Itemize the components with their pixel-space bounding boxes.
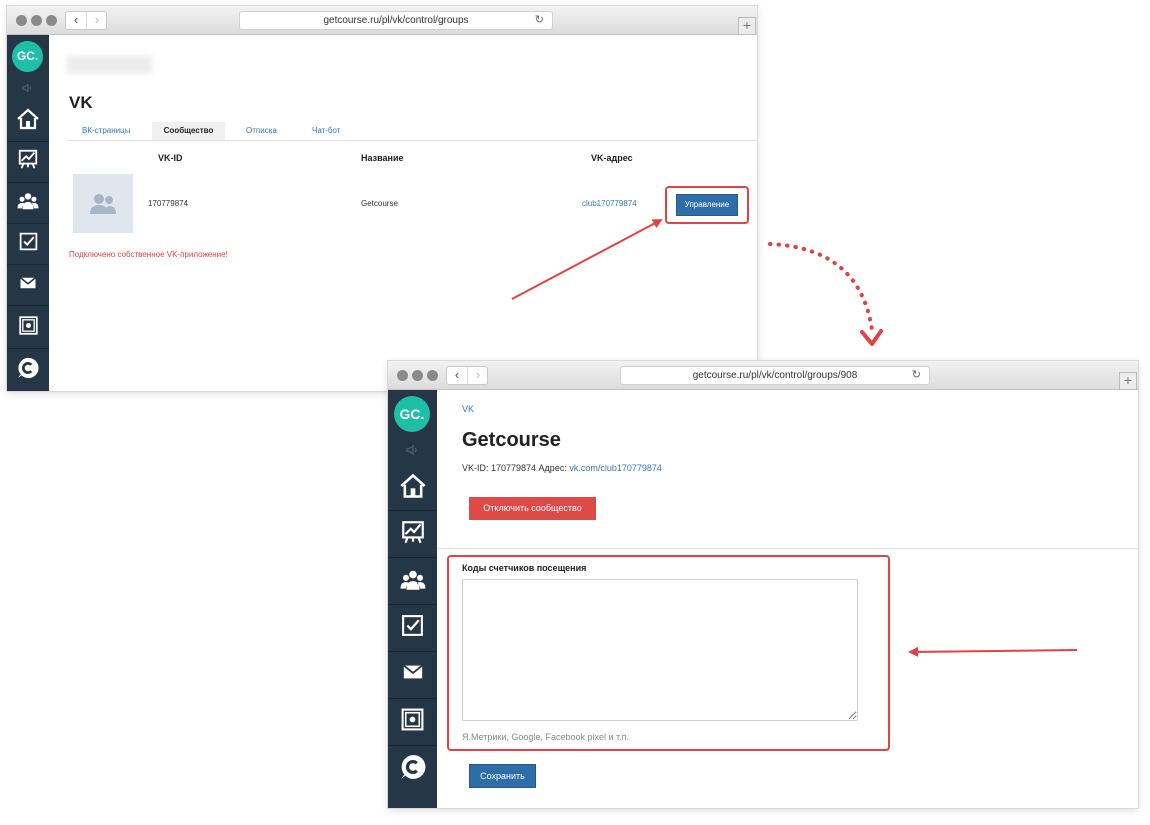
tab-bar: ВК-страницы Сообщество Отписка Чат-бот	[67, 122, 757, 141]
row-address-link[interactable]: club170779874	[582, 199, 637, 208]
close-window-button[interactable]	[16, 15, 27, 26]
megaphone-icon[interactable]	[388, 442, 437, 458]
minimize-window-button[interactable]	[31, 15, 42, 26]
logo-text: GC.	[399, 406, 425, 422]
group-avatar-icon	[90, 193, 116, 214]
page-title: Getcourse	[462, 429, 561, 451]
safe-icon[interactable]	[7, 315, 49, 336]
group-info: VK-ID: 170779874 Адрес: vk.com/club17077…	[462, 463, 662, 473]
column-header-name: Название	[361, 153, 404, 163]
sidebar-divider	[388, 651, 437, 652]
users-icon[interactable]	[7, 190, 49, 212]
forward-icon[interactable]: ›	[86, 12, 107, 29]
manage-button-highlight	[665, 186, 749, 224]
reload-icon[interactable]: ↻	[535, 12, 544, 29]
mail-icon[interactable]	[388, 661, 437, 683]
back-icon[interactable]: ‹	[66, 12, 86, 29]
disconnect-community-button[interactable]: Отключить сообщество	[469, 497, 596, 520]
sidebar-divider	[7, 348, 49, 349]
sidebar-divider	[388, 604, 437, 605]
users-icon[interactable]	[388, 567, 437, 593]
chart-icon[interactable]	[388, 519, 437, 545]
counters-section-highlight	[447, 555, 890, 751]
logo[interactable]: GC.	[394, 396, 430, 432]
tab-community[interactable]: Сообщество	[152, 122, 225, 140]
sidebar: GC.	[7, 35, 49, 391]
history-nav: ‹ ›	[446, 366, 488, 385]
zoom-window-button[interactable]	[427, 370, 438, 381]
minimize-window-button[interactable]	[412, 370, 423, 381]
title-bar: ‹ › getcourse.ru/pl/vk/control/groups/90…	[388, 361, 1138, 390]
chat-icon[interactable]	[7, 357, 49, 379]
sidebar-divider	[7, 305, 49, 306]
tasks-icon[interactable]	[7, 231, 49, 252]
back-icon[interactable]: ‹	[447, 367, 467, 384]
blurred-account-name	[67, 56, 152, 74]
logo[interactable]: GC.	[12, 41, 43, 72]
reload-icon[interactable]: ↻	[912, 367, 921, 384]
save-button[interactable]: Сохранить	[469, 764, 536, 788]
sidebar-divider	[388, 745, 437, 746]
title-bar: ‹ › getcourse.ru/pl/vk/control/groups ↻ …	[7, 6, 757, 35]
sidebar-divider	[388, 557, 437, 558]
sidebar-divider	[7, 182, 49, 183]
sidebar: GC.	[388, 390, 437, 808]
column-header-vkid: VK-ID	[158, 153, 183, 163]
logo-text: GC.	[16, 49, 39, 63]
group-address-link[interactable]: vk.com/club170779874	[569, 463, 662, 473]
sidebar-divider	[7, 141, 49, 142]
dotted-curve-arrow	[768, 242, 874, 332]
chart-icon[interactable]	[7, 148, 49, 170]
page-title: VK	[69, 93, 93, 112]
column-header-address: VK-адрес	[591, 153, 633, 163]
zoom-window-button[interactable]	[46, 15, 57, 26]
tasks-icon[interactable]	[388, 613, 437, 638]
breadcrumb[interactable]: VK	[462, 404, 474, 414]
new-tab-button[interactable]: +	[738, 17, 756, 35]
avatar	[73, 174, 133, 233]
mail-icon[interactable]	[7, 274, 49, 292]
home-icon[interactable]	[388, 472, 437, 500]
url-text: getcourse.ru/pl/vk/control/groups/908	[692, 370, 858, 381]
sidebar-divider	[388, 510, 437, 511]
group-info-text: VK-ID: 170779874 Адрес:	[462, 463, 567, 473]
address-bar[interactable]: getcourse.ru/pl/vk/control/groups/908 ↻	[620, 366, 930, 385]
chat-icon[interactable]	[388, 754, 437, 780]
tab-unsubscribe[interactable]: Отписка	[246, 126, 277, 135]
sidebar-divider	[7, 264, 49, 265]
vk-app-warning: Подключено собственное VK-приложение!	[69, 250, 228, 259]
browser-window-groups: ‹ › getcourse.ru/pl/vk/control/groups ↻ …	[7, 6, 757, 391]
safe-icon[interactable]	[388, 707, 437, 732]
sidebar-divider	[7, 223, 49, 224]
section-divider	[437, 548, 1138, 549]
megaphone-icon[interactable]	[7, 81, 49, 95]
home-icon[interactable]	[7, 107, 49, 131]
new-tab-button[interactable]: +	[1119, 372, 1137, 390]
tab-vk-pages[interactable]: ВК-страницы	[82, 126, 130, 135]
history-nav: ‹ ›	[65, 11, 107, 30]
dotted-arrow-tip	[860, 329, 883, 346]
forward-icon[interactable]: ›	[467, 367, 488, 384]
close-window-button[interactable]	[397, 370, 408, 381]
tab-chatbot[interactable]: Чат-бот	[312, 126, 340, 135]
row-name: Getcourse	[361, 199, 398, 208]
url-text: getcourse.ru/pl/vk/control/groups	[323, 15, 469, 26]
sidebar-divider	[388, 698, 437, 699]
address-bar[interactable]: getcourse.ru/pl/vk/control/groups ↻	[239, 11, 553, 30]
row-vkid: 170779874	[148, 199, 189, 208]
